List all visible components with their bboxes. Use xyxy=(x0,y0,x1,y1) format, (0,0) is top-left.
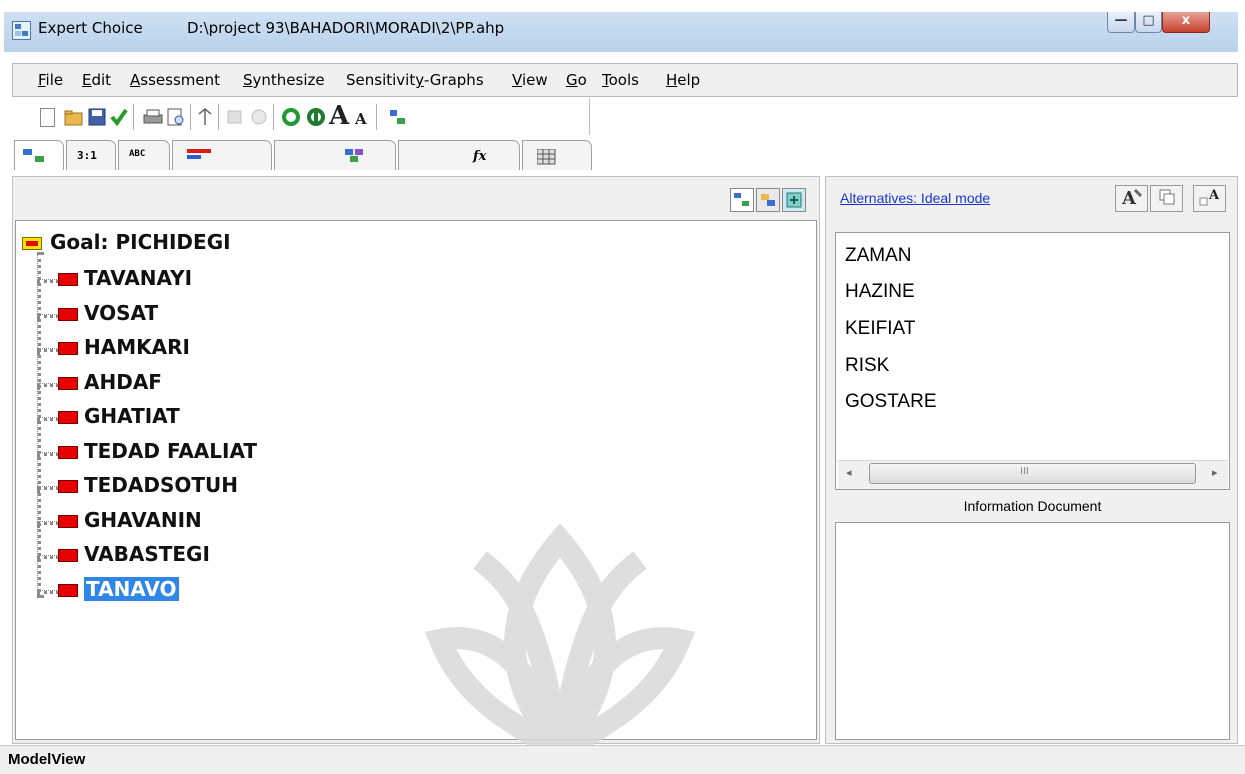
tree-node-label: TAVANAYI xyxy=(84,266,193,290)
menu-file[interactable]: File xyxy=(38,71,63,89)
check-icon[interactable] xyxy=(110,108,128,127)
status-text: ModelView xyxy=(8,751,86,768)
tab-tree-view[interactable] xyxy=(14,140,64,170)
alternative-item[interactable]: RISK xyxy=(845,355,889,377)
minimize-icon: — xyxy=(1114,13,1128,28)
toolbar-separator xyxy=(218,104,219,130)
direct-data-icon xyxy=(345,149,365,166)
menu-synthesize[interactable]: Synthesize xyxy=(243,71,325,89)
font-larger-icon[interactable]: A xyxy=(329,101,349,131)
refresh-green-2-icon[interactable] xyxy=(306,108,325,126)
edit-alternative-icon[interactable]: A xyxy=(1115,185,1148,212)
toolbar-separator xyxy=(376,104,377,130)
print-icon[interactable] xyxy=(143,108,163,126)
move-icon[interactable] xyxy=(196,108,214,126)
print-preview-icon[interactable] xyxy=(166,108,184,126)
grid-icon xyxy=(536,148,557,168)
tab-pairwise[interactable]: 3:1 xyxy=(66,140,116,170)
node-icon xyxy=(58,549,78,562)
menu-assessment[interactable]: Assessment xyxy=(130,71,220,89)
information-document-label: Information Document xyxy=(963,498,1102,514)
alternatives-mode-link[interactable]: Alternatives: Ideal mode xyxy=(840,190,990,206)
node-icon xyxy=(58,342,78,355)
watermark-logo xyxy=(424,523,696,772)
menu-help[interactable]: Help xyxy=(666,71,700,89)
status-bar xyxy=(0,745,1245,774)
tree-node-label: TEDADSOTUH xyxy=(84,473,239,497)
window-title-file-path: D:\project 93\BAHADORI\MORADI\2\PP.ahp xyxy=(187,19,505,37)
tab-verbal[interactable]: ABC xyxy=(118,140,170,170)
menu-tools[interactable]: Tools xyxy=(602,71,639,89)
open-folder-icon[interactable] xyxy=(64,108,83,126)
add-alternative-icon[interactable]: A xyxy=(1193,185,1226,212)
alternative-item[interactable]: KEIFIAT xyxy=(845,318,915,340)
tab-bar[interactable] xyxy=(172,140,272,170)
app-icon xyxy=(12,21,31,40)
scroll-left-icon[interactable]: ◂ xyxy=(846,466,852,479)
tab-formula[interactable]: fx xyxy=(398,140,520,170)
alternative-item[interactable]: ZAMAN xyxy=(845,245,912,267)
tree-goal-label: Goal: PICHIDEGI xyxy=(50,230,231,254)
toolbar-separator xyxy=(273,104,274,130)
alternatives-list[interactable] xyxy=(835,232,1230,490)
tree-node-label: VABASTEGI xyxy=(84,542,210,566)
maximize-icon: □ xyxy=(1142,13,1155,28)
menu-go[interactable]: Go xyxy=(566,71,587,89)
font-smaller-icon[interactable]: A xyxy=(355,110,367,128)
node-icon xyxy=(58,480,78,493)
tree-node-label: GHAVANIN xyxy=(84,508,202,532)
bar-chart-icon xyxy=(187,149,213,164)
close-icon: x xyxy=(1181,13,1191,28)
tree-node-label: VOSAT xyxy=(84,301,159,325)
node-icon xyxy=(58,446,78,459)
disabled-icon-2[interactable] xyxy=(250,108,268,126)
menu-edit[interactable]: Edit xyxy=(82,71,111,89)
node-icon xyxy=(58,584,78,597)
refresh-green-icon[interactable] xyxy=(281,108,300,126)
scrollbar-grip-icon: III xyxy=(1020,466,1029,477)
tree-node-label: GHATIAT xyxy=(84,404,180,428)
node-icon xyxy=(58,273,78,286)
node-icon xyxy=(58,411,78,424)
copy-alternatives-icon[interactable] xyxy=(1150,185,1183,212)
add-node-icon[interactable] xyxy=(782,188,806,212)
tree-options-icon[interactable] xyxy=(388,108,406,126)
toolbar-separator xyxy=(133,104,134,130)
information-document-area[interactable] xyxy=(835,522,1230,740)
alternative-item[interactable]: GOSTARE xyxy=(845,391,937,413)
menu-view[interactable]: View xyxy=(512,71,548,89)
tab-grid[interactable] xyxy=(522,140,592,170)
tree-view-mode-icon[interactable] xyxy=(730,188,754,212)
tree-view-icon xyxy=(23,149,45,166)
tree-node-label: AHDAF xyxy=(84,370,162,394)
minimize-button[interactable]: — xyxy=(1107,12,1135,33)
close-button[interactable]: x xyxy=(1162,12,1210,33)
tree-connector xyxy=(37,252,41,598)
menu-sensitivity-graphs[interactable]: Sensitivity-Graphs xyxy=(346,71,484,89)
cluster-view-icon[interactable] xyxy=(756,188,780,212)
disabled-icon-1[interactable] xyxy=(226,108,244,126)
tab-direct[interactable] xyxy=(274,140,396,170)
node-icon xyxy=(58,515,78,528)
toolbar-separator xyxy=(190,104,191,130)
svg-text:A: A xyxy=(1208,188,1220,203)
save-icon[interactable] xyxy=(88,108,106,126)
goal-icon xyxy=(22,237,42,250)
window-title-app-name: Expert Choice xyxy=(38,19,143,37)
new-file-icon[interactable] xyxy=(40,108,55,127)
node-icon xyxy=(58,308,78,321)
scrollbar-thumb[interactable]: III xyxy=(869,463,1196,484)
alternative-item[interactable]: HAZINE xyxy=(845,281,915,303)
scroll-right-icon[interactable]: ▸ xyxy=(1212,466,1218,479)
maximize-button[interactable]: □ xyxy=(1135,12,1162,33)
tree-node-label: TEDAD FAALIAT xyxy=(84,439,258,463)
tree-node-label: HAMKARI xyxy=(84,335,190,359)
tree-node-label: TANAVO xyxy=(84,577,179,601)
node-icon xyxy=(58,377,78,390)
